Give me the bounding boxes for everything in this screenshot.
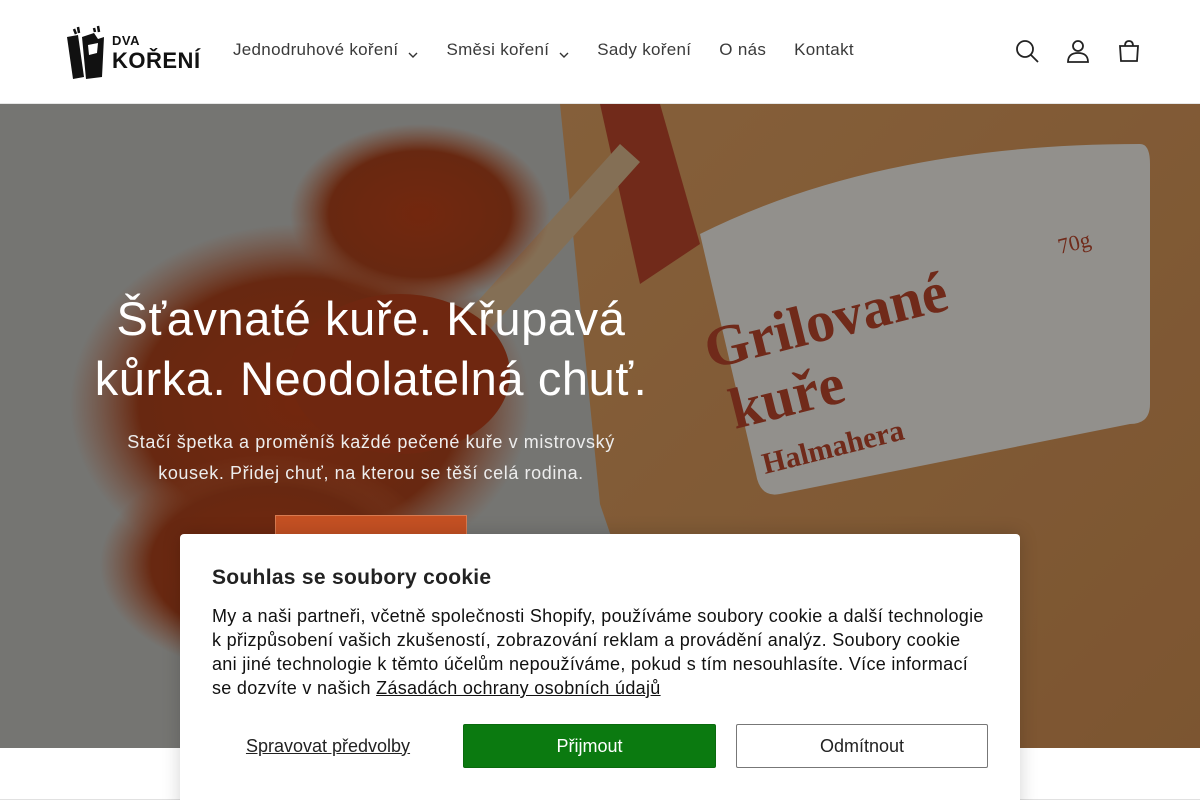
chevron-down-icon — [559, 45, 569, 58]
hero-title: Šťavnaté kuře. Křupavá kůrka. Neodolatel… — [94, 292, 648, 405]
nav-label: Směsi koření — [446, 40, 550, 59]
nav-item-spice-sets[interactable]: Sady koření — [597, 40, 691, 60]
nav-item-about[interactable]: O nás — [719, 40, 766, 60]
cookie-title: Souhlas se soubory cookie — [212, 566, 492, 589]
cart-icon[interactable] — [1114, 36, 1144, 66]
privacy-policy-link[interactable]: Zásadách ochrany osobních údajů — [376, 678, 661, 698]
header-icons — [991, 36, 1144, 66]
nav-label: Sady koření — [597, 40, 692, 59]
logo[interactable]: DVA KOŘENÍ — [64, 24, 200, 82]
nav-label: O nás — [719, 40, 767, 59]
nav-label: Jednodruhové koření — [233, 40, 399, 59]
reject-button[interactable]: Odmítnout — [736, 724, 988, 768]
nav-item-single-spices[interactable]: Jednodruhové koření — [233, 40, 418, 60]
manage-preferences-button[interactable]: Spravovat předvolby — [212, 736, 444, 757]
nav-item-contact[interactable]: Kontakt — [794, 40, 854, 60]
logo-line1: DVA — [112, 33, 140, 48]
logo-icon — [64, 25, 108, 81]
main-nav: Jednodruhové koření Směsi koření Sady ko… — [233, 40, 882, 60]
cookie-text: My a naši partneři, včetně společnosti S… — [212, 604, 988, 700]
nav-label: Kontakt — [794, 40, 854, 59]
cookie-consent-banner: Souhlas se soubory cookie My a naši part… — [180, 534, 1020, 800]
cookie-actions: Spravovat předvolby Přijmout Odmítnout — [212, 724, 988, 768]
site-header: DVA KOŘENÍ Jednodruhové koření Směsi koř… — [0, 0, 1200, 104]
hero-subtitle: Stačí špetka a proměníš každé pečené kuř… — [127, 432, 615, 483]
hero-content: Šťavnaté kuře. Křupavá kůrka. Neodolatel… — [80, 289, 662, 569]
logo-text: DVA KOŘENÍ — [112, 34, 201, 72]
chevron-down-icon — [408, 45, 418, 58]
search-icon[interactable] — [1012, 36, 1042, 66]
accept-button[interactable]: Přijmout — [463, 724, 716, 768]
account-icon[interactable] — [1063, 36, 1093, 66]
nav-item-spice-blends[interactable]: Směsi koření — [446, 40, 569, 60]
logo-line2: KOŘENÍ — [112, 48, 201, 73]
